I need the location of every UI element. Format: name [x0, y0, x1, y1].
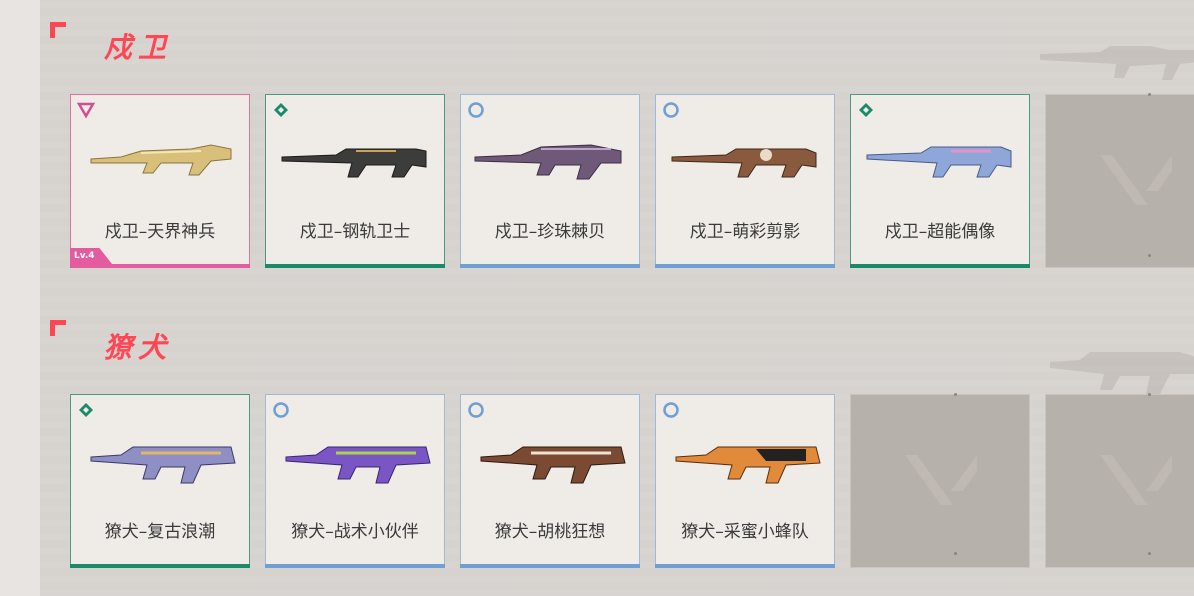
tier-bar — [655, 264, 835, 268]
skin-name: 戍卫–珍珠棘贝 — [494, 222, 606, 242]
skin-name: 獠犬–战术小伙伴 — [291, 522, 419, 542]
valorant-logo-icon — [905, 455, 977, 505]
circle-icon — [663, 102, 679, 118]
bulldog-silhouette-icon — [1050, 352, 1194, 394]
skin-card[interactable]: 戍卫–钢轨卫士 — [265, 94, 445, 268]
tier-bar — [460, 564, 640, 568]
empty-slot — [850, 394, 1030, 568]
skin-card[interactable]: 獠犬–复古浪潮 — [70, 394, 250, 568]
section-title: 獠犬 — [104, 331, 173, 364]
skin-name: 獠犬–采蜜小蜂队 — [681, 522, 809, 542]
diamond-icon — [79, 403, 93, 417]
gun-image — [866, 146, 1012, 178]
gun-image — [671, 148, 817, 178]
corner-dot — [1148, 254, 1151, 257]
tier-bar — [265, 264, 445, 268]
tier-bar — [70, 264, 250, 268]
skin-name: 獠犬–复古浪潮 — [104, 522, 216, 542]
tier-bar — [655, 564, 835, 568]
corner-dot — [954, 393, 957, 396]
gun-image — [480, 446, 626, 484]
gun-image — [281, 148, 427, 178]
gun-image — [90, 144, 232, 176]
corner-dot — [954, 552, 957, 555]
tier-bar — [850, 264, 1030, 268]
gun-image — [474, 144, 622, 180]
empty-slot — [1045, 394, 1194, 568]
skin-card[interactable]: 戍卫–超能偶像 — [850, 94, 1030, 268]
circle-icon — [273, 402, 289, 418]
diamond-icon — [274, 103, 288, 117]
skin-name: 戍卫–超能偶像 — [884, 222, 996, 242]
skin-name: 戍卫–钢轨卫士 — [299, 222, 411, 242]
tier-bar — [265, 564, 445, 568]
circle-icon — [663, 402, 679, 418]
section-corner-marker — [50, 22, 66, 38]
skin-card[interactable]: 獠犬–胡桃狂想 — [460, 394, 640, 568]
diamond-icon — [859, 103, 873, 117]
guardian-silhouette-icon — [1040, 46, 1194, 80]
circle-icon — [468, 402, 484, 418]
gun-image — [675, 446, 821, 484]
section-corner-marker — [50, 320, 66, 336]
valorant-logo-icon — [1100, 155, 1172, 205]
corner-dot — [1148, 93, 1151, 96]
skin-card[interactable]: 戍卫–天界神兵 Lv.4 — [70, 94, 250, 268]
empty-slot — [1045, 94, 1194, 268]
skin-card[interactable]: 戍卫–萌彩剪影 — [655, 94, 835, 268]
triangle-icon — [77, 102, 95, 119]
corner-dot — [1148, 393, 1151, 396]
gun-image — [90, 446, 236, 484]
skin-name: 戍卫–天界神兵 — [104, 222, 216, 242]
skin-name: 戍卫–萌彩剪影 — [689, 222, 801, 242]
section-title: 戍卫 — [104, 31, 173, 64]
circle-icon — [468, 102, 484, 118]
tier-bar — [70, 564, 250, 568]
skin-card[interactable]: 獠犬–战术小伙伴 — [265, 394, 445, 568]
skin-name: 獠犬–胡桃狂想 — [494, 522, 606, 542]
skin-card[interactable]: 戍卫–珍珠棘贝 — [460, 94, 640, 268]
corner-dot — [1148, 552, 1151, 555]
left-strip — [0, 0, 40, 596]
level-badge: Lv.4 — [70, 248, 112, 264]
valorant-logo-icon — [1100, 455, 1172, 505]
tier-bar — [460, 264, 640, 268]
gun-image — [285, 446, 431, 484]
skin-card[interactable]: 獠犬–采蜜小蜂队 — [655, 394, 835, 568]
